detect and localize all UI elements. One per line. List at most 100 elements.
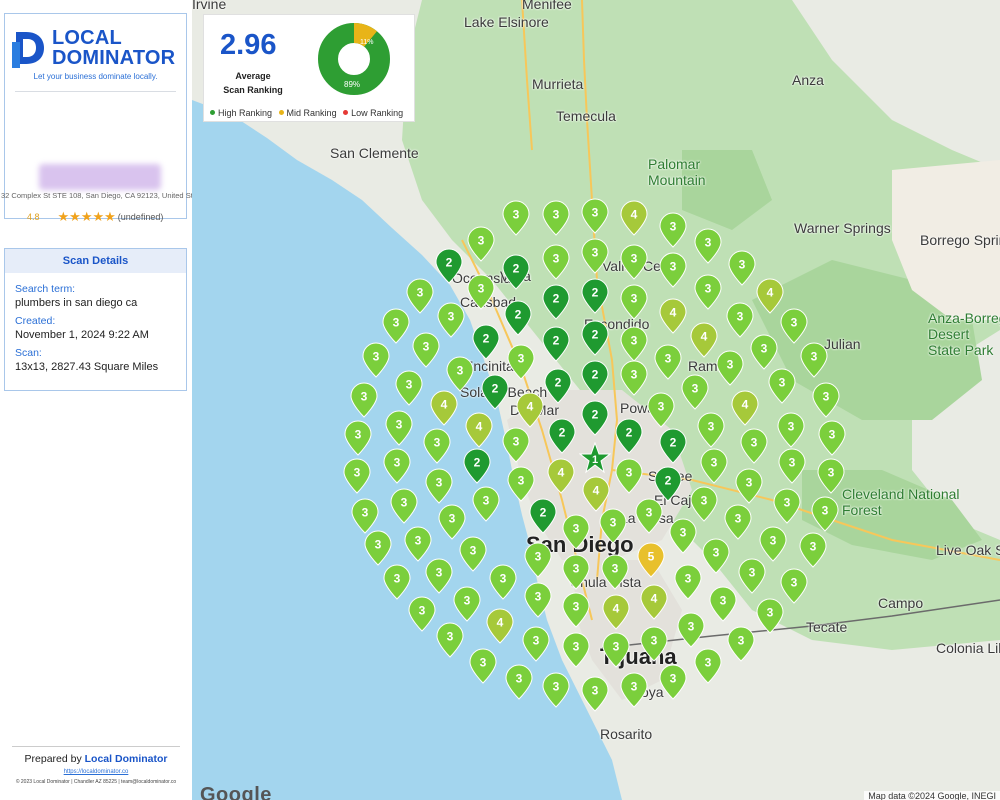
rank-pin[interactable]: 3	[756, 598, 784, 634]
rank-pin[interactable]: 3	[635, 498, 663, 534]
rank-pin[interactable]: 3	[507, 344, 535, 380]
rank-pin[interactable]: 3	[768, 368, 796, 404]
rank-pin[interactable]: 4	[659, 298, 687, 334]
rank-pin[interactable]: 3	[677, 612, 705, 648]
rank-pin[interactable]: 4	[640, 584, 668, 620]
rank-pin[interactable]: 4	[731, 390, 759, 426]
rank-pin[interactable]: 3	[599, 508, 627, 544]
rank-pin[interactable]: 3	[694, 274, 722, 310]
rank-pin[interactable]: 3	[472, 486, 500, 522]
rank-pin[interactable]: 3	[690, 486, 718, 522]
rank-pin[interactable]: 2	[472, 324, 500, 360]
rank-pin[interactable]: 3	[350, 382, 378, 418]
rank-pin[interactable]: 3	[467, 226, 495, 262]
rank-pin[interactable]: 3	[659, 664, 687, 700]
rank-pin[interactable]: 3	[383, 448, 411, 484]
rank-pin[interactable]: 3	[778, 448, 806, 484]
brand-logo[interactable]: LOCAL DOMINATOR	[12, 28, 175, 68]
rank-pin[interactable]: 4	[465, 412, 493, 448]
rank-pin[interactable]: 5	[637, 542, 665, 578]
rank-pin[interactable]: 3	[505, 664, 533, 700]
rank-pin[interactable]: 3	[738, 558, 766, 594]
rank-pin[interactable]: 2	[529, 498, 557, 534]
rank-pin[interactable]: 3	[423, 428, 451, 464]
rank-pin[interactable]: 2	[581, 320, 609, 356]
rank-pin[interactable]: 3	[694, 228, 722, 264]
ranking-map[interactable]: Lake Elsinore Menifee Irvine Murrieta Anza Te…	[192, 0, 1000, 800]
rank-pin[interactable]: 2	[504, 300, 532, 336]
rank-pin[interactable]: 3	[602, 632, 630, 668]
rank-pin[interactable]: 3	[344, 420, 372, 456]
rank-pin[interactable]: 3	[601, 554, 629, 590]
rank-pin[interactable]: 3	[469, 648, 497, 684]
rank-pin[interactable]: 3	[351, 498, 379, 534]
rank-pin[interactable]: 2	[581, 360, 609, 396]
rank-pin[interactable]: 3	[489, 564, 517, 600]
rank-pin[interactable]: 3	[615, 458, 643, 494]
rank-pin[interactable]: 3	[522, 626, 550, 662]
rank-pin[interactable]: 3	[799, 532, 827, 568]
rank-pin[interactable]: 3	[459, 536, 487, 572]
rank-pin[interactable]: 3	[697, 412, 725, 448]
rank-pin[interactable]: 3	[740, 428, 768, 464]
rank-pin[interactable]: 2	[654, 466, 682, 502]
rank-pin[interactable]: 3	[709, 586, 737, 622]
rank-pin[interactable]: 2	[581, 400, 609, 436]
rank-pin[interactable]: 3	[385, 410, 413, 446]
rank-pin[interactable]: 3	[812, 382, 840, 418]
rank-pin[interactable]: 3	[382, 308, 410, 344]
rank-pin[interactable]: 3	[620, 360, 648, 396]
rank-pin[interactable]: 3	[542, 244, 570, 280]
rank-pin[interactable]: 3	[395, 370, 423, 406]
rank-pin[interactable]: 3	[659, 212, 687, 248]
rank-pin[interactable]: 3	[780, 568, 808, 604]
rank-pin[interactable]: 3	[620, 284, 648, 320]
rank-pin[interactable]: 3	[669, 518, 697, 554]
rank-pin[interactable]: 2	[463, 448, 491, 484]
rank-pin[interactable]: 3	[735, 468, 763, 504]
rank-pin[interactable]: 3	[453, 586, 481, 622]
rank-pin[interactable]: 3	[620, 672, 648, 708]
rank-pin[interactable]: 3	[773, 488, 801, 524]
rank-pin[interactable]: 3	[562, 514, 590, 550]
rank-pin[interactable]: 3	[562, 632, 590, 668]
rank-pin[interactable]: 3	[343, 458, 371, 494]
rank-pin[interactable]: 2	[542, 284, 570, 320]
rank-pin[interactable]: 4	[516, 392, 544, 428]
rank-pin[interactable]: 3	[562, 592, 590, 628]
rank-pin[interactable]: 3	[524, 542, 552, 578]
rank-pin[interactable]: 3	[542, 200, 570, 236]
rank-pin[interactable]: 3	[702, 538, 730, 574]
rank-pin[interactable]: 3	[425, 468, 453, 504]
rank-pin[interactable]: 3	[759, 526, 787, 562]
rank-pin[interactable]: 3	[390, 488, 418, 524]
website-link[interactable]: https://localdominator.co	[0, 769, 192, 775]
rank-pin[interactable]: 3	[640, 626, 668, 662]
rank-pin[interactable]: 3	[674, 564, 702, 600]
rank-pin[interactable]: 3	[800, 342, 828, 378]
rank-pin[interactable]: 3	[777, 412, 805, 448]
rank-pin[interactable]: 3	[542, 672, 570, 708]
rank-pin[interactable]: 3	[364, 530, 392, 566]
rank-pin[interactable]: 3	[438, 504, 466, 540]
rank-pin[interactable]: 3	[362, 342, 390, 378]
rank-pin[interactable]: 3	[412, 332, 440, 368]
rank-pin[interactable]: 3	[620, 326, 648, 362]
rank-pin[interactable]: 3	[502, 200, 530, 236]
rank-pin[interactable]: 3	[446, 356, 474, 392]
rank-pin[interactable]: 4	[602, 594, 630, 630]
rank-pin[interactable]: 3	[728, 250, 756, 286]
map-attribution[interactable]: Map data ©2024 Google, INEGI	[864, 791, 1000, 800]
rank-pin[interactable]: 2	[615, 418, 643, 454]
rank-pin[interactable]: 3	[437, 302, 465, 338]
rank-pin[interactable]: 2	[481, 374, 509, 410]
rank-pin[interactable]: 3	[724, 504, 752, 540]
prepared-by-brand[interactable]: Local Dominator	[85, 753, 168, 765]
rank-pin[interactable]: 3	[817, 458, 845, 494]
rank-pin[interactable]: 3	[647, 392, 675, 428]
rank-pin[interactable]: 3	[581, 676, 609, 712]
rank-pin[interactable]: 4	[620, 200, 648, 236]
rank-pin[interactable]: 2	[544, 368, 572, 404]
rank-pin[interactable]: 3	[507, 466, 535, 502]
rank-pin[interactable]: 3	[581, 198, 609, 234]
